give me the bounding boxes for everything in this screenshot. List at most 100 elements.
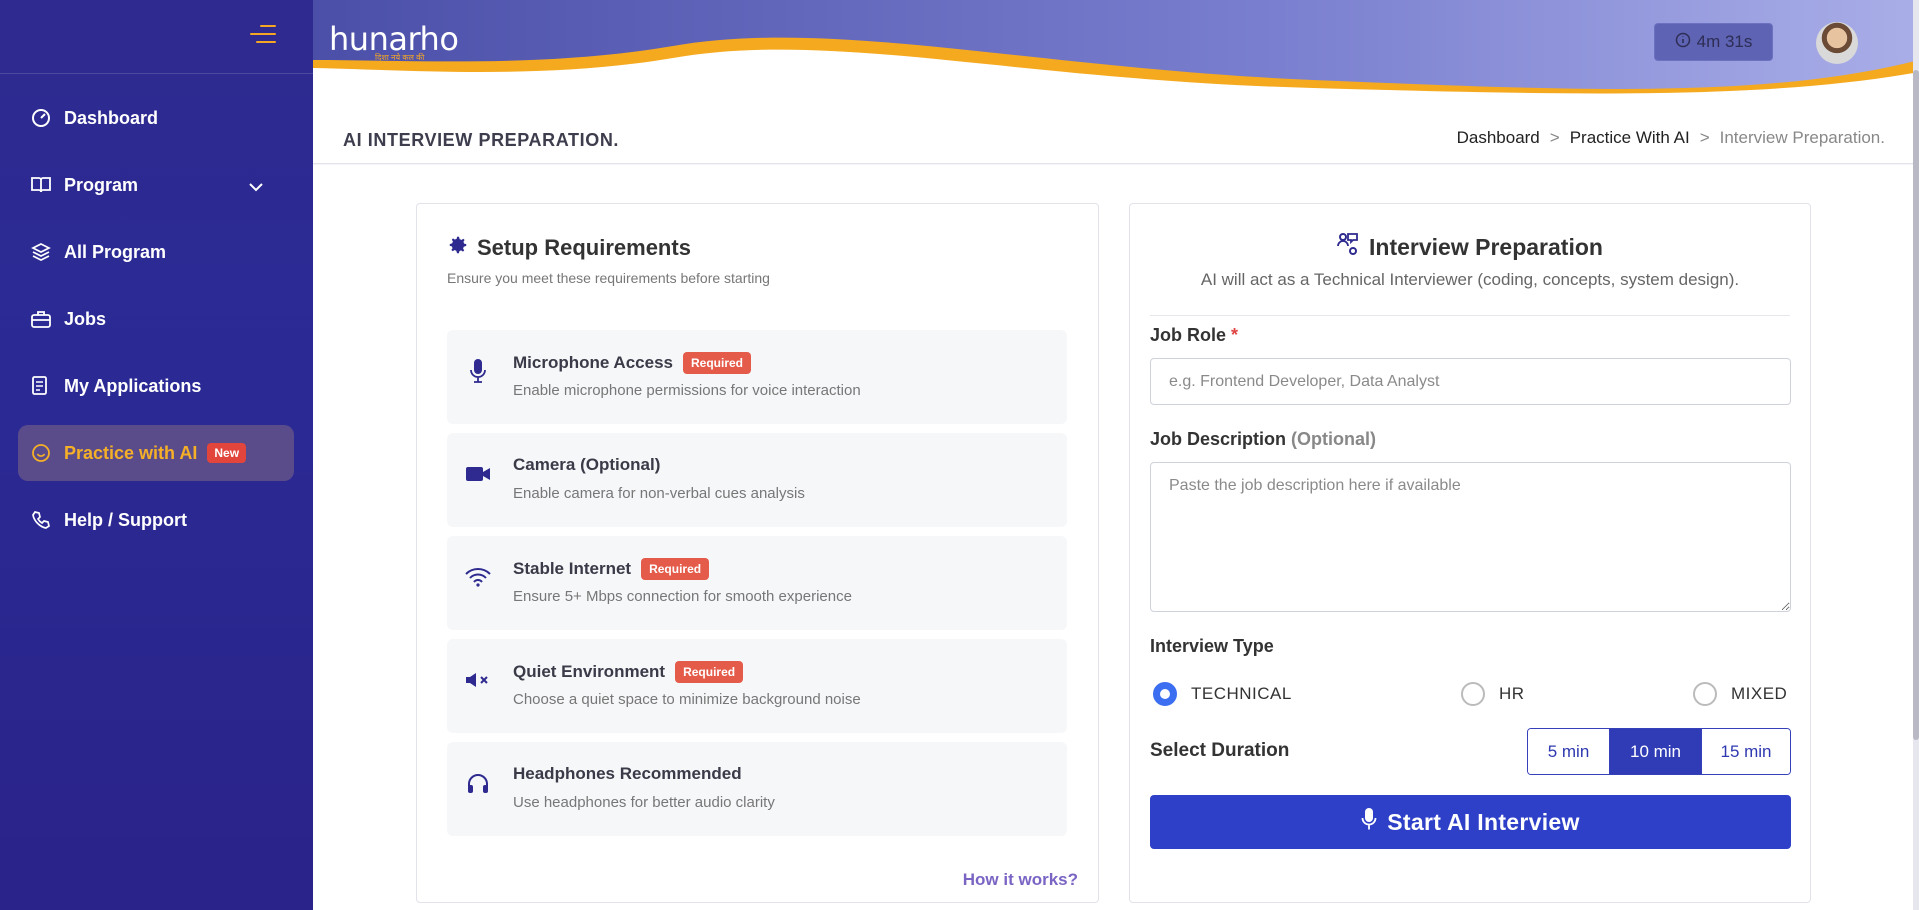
breadcrumb-separator: >: [1699, 128, 1710, 147]
setup-subtitle: Ensure you meet these requirements befor…: [447, 270, 770, 286]
requirement-desc: Use headphones for better audio clarity: [513, 794, 775, 811]
interview-type-label: Interview Type: [1150, 636, 1274, 656]
duration-5-min[interactable]: 5 min: [1528, 729, 1610, 774]
required-badge: Required: [641, 558, 710, 580]
clock-info-icon: [1675, 32, 1691, 53]
requirement-item-headphones: Headphones Recommended Use headphones fo…: [447, 742, 1067, 836]
start-ai-interview-button[interactable]: Start AI Interview: [1150, 795, 1791, 849]
requirement-desc: Enable camera for non-verbal cues analys…: [513, 485, 805, 502]
sidebar: Dashboard Program All Program Jobs My Ap…: [0, 0, 313, 910]
requirement-name-text: Microphone Access: [513, 353, 673, 372]
requirement-desc: Ensure 5+ Mbps connection for smooth exp…: [513, 588, 852, 605]
requirement-desc: Enable microphone permissions for voice …: [513, 382, 861, 399]
timer-value: 4m 31s: [1696, 32, 1753, 51]
requirement-name: Camera (Optional): [513, 455, 660, 475]
required-badge: Required: [682, 352, 751, 374]
job-role-label-text: Job Role: [1150, 325, 1227, 345]
sidebar-nav: Dashboard Program All Program Jobs My Ap…: [18, 90, 294, 559]
layers-icon: [30, 241, 52, 263]
optional-hint: (Optional): [1291, 429, 1377, 449]
setup-requirements-title: Setup Requirements: [447, 234, 691, 262]
requirement-name-text: Camera (Optional): [513, 455, 661, 474]
microphone-icon: [1361, 807, 1377, 837]
interview-type-radio-group: TECHNICAL HR MIXED: [1150, 682, 1791, 712]
chevron-down-icon[interactable]: [248, 176, 264, 197]
sidebar-item-practice-with-ai[interactable]: Practice with AI New: [18, 425, 294, 481]
sidebar-item-my-applications[interactable]: My Applications: [18, 358, 294, 414]
sidebar-item-dashboard[interactable]: Dashboard: [18, 90, 294, 146]
avatar[interactable]: [1816, 22, 1858, 64]
how-it-works-link[interactable]: How it works?: [963, 870, 1078, 890]
page-scrollbar[interactable]: [1913, 0, 1919, 910]
duration-toggle-group: 5 min 10 min 15 min: [1527, 728, 1791, 775]
radio-dot: [1461, 682, 1485, 706]
headphones-icon: [465, 770, 491, 796]
sidebar-item-help-support[interactable]: Help / Support: [18, 492, 294, 548]
briefcase-icon: [30, 308, 52, 330]
sidebar-item-all-program[interactable]: All Program: [18, 224, 294, 280]
scrollbar-thumb[interactable]: [1913, 70, 1919, 740]
radio-hr[interactable]: HR: [1461, 682, 1525, 706]
brand-tagline: दिशा नये कल की: [375, 53, 425, 62]
gear-icon: [447, 234, 469, 262]
chat-bubble-icon: [30, 442, 52, 464]
requirement-name-text: Headphones Recommended: [513, 764, 742, 783]
new-badge: New: [207, 443, 247, 463]
requirement-name: Microphone Access Required: [513, 352, 751, 374]
requirement-desc: Choose a quiet space to minimize backgro…: [513, 691, 861, 708]
menu-toggle-icon[interactable]: [250, 25, 276, 45]
document-list-icon: [30, 375, 52, 397]
requirement-name: Quiet Environment Required: [513, 661, 744, 683]
page-title-bar: AI INTERVIEW PREPARATION. Dashboard > Pr…: [313, 100, 1913, 164]
radio-mixed[interactable]: MIXED: [1693, 682, 1787, 706]
requirement-name-text: Stable Internet: [513, 559, 632, 578]
sidebar-topbar: [0, 0, 313, 74]
sidebar-item-label: Dashboard: [64, 107, 159, 128]
sidebar-item-label: Program: [64, 174, 139, 195]
video-camera-icon: [465, 461, 491, 487]
breadcrumb-link-practice-with-ai[interactable]: Practice With AI: [1570, 128, 1690, 148]
breadcrumb-current: Interview Preparation.: [1719, 128, 1885, 147]
job-role-label: Job Role *: [1150, 325, 1238, 346]
interview-preparation-title: Interview Preparation: [1130, 232, 1810, 262]
requirement-item-camera: Camera (Optional) Enable camera for non-…: [447, 433, 1067, 527]
duration-10-min[interactable]: 10 min: [1610, 729, 1702, 774]
radio-technical[interactable]: TECHNICAL: [1153, 682, 1292, 706]
sidebar-item-jobs[interactable]: Jobs: [18, 291, 294, 347]
radio-label: HR: [1499, 684, 1525, 703]
sidebar-item-label: My Applications: [64, 375, 202, 396]
job-description-label-text: Job Description: [1150, 429, 1287, 449]
interview-people-icon: [1337, 232, 1359, 262]
interview-subtitle: AI will act as a Technical Interviewer (…: [1200, 270, 1740, 289]
requirement-item-microphone: Microphone Access Required Enable microph…: [447, 330, 1067, 424]
requirement-name-text: Quiet Environment: [513, 662, 666, 681]
requirement-name: Stable Internet Required: [513, 558, 710, 580]
sidebar-item-label: Jobs: [64, 308, 107, 329]
interview-title-text: Interview Preparation: [1369, 233, 1603, 260]
job-description-textarea[interactable]: [1150, 462, 1791, 612]
required-badge: Required: [675, 661, 744, 683]
duration-15-min[interactable]: 15 min: [1702, 729, 1790, 774]
job-description-label: Job Description (Optional): [1150, 429, 1376, 450]
radio-dot: [1693, 682, 1717, 706]
sidebar-item-program[interactable]: Program: [18, 157, 294, 213]
radio-label: TECHNICAL: [1191, 684, 1292, 703]
phone-icon: [30, 509, 52, 531]
session-timer[interactable]: 4m 31s: [1654, 23, 1773, 61]
top-header: hunarho दिशा नये कल की 4m 31s: [313, 0, 1919, 100]
wifi-icon: [465, 564, 491, 590]
breadcrumb: Dashboard > Practice With AI > Interview…: [1457, 128, 1885, 148]
job-role-input[interactable]: [1150, 358, 1791, 405]
radio-label: MIXED: [1731, 684, 1788, 703]
sidebar-item-label: All Program: [64, 241, 167, 262]
setup-requirements-card: Setup Requirements Ensure you meet these…: [416, 203, 1099, 903]
breadcrumb-link-dashboard[interactable]: Dashboard: [1457, 128, 1540, 148]
requirement-item-internet: Stable Internet Required Ensure 5+ Mbps c…: [447, 536, 1067, 630]
requirement-item-quiet-environment: Quiet Environment Required Choose a quiet…: [447, 639, 1067, 733]
divider: [1150, 315, 1790, 316]
page-title: AI INTERVIEW PREPARATION.: [343, 130, 620, 150]
sidebar-item-label: Practice with AI: [64, 442, 198, 463]
radio-dot: [1153, 682, 1177, 706]
interview-preparation-card: Interview Preparation AI will act as a T…: [1129, 203, 1811, 903]
gauge-icon: [30, 107, 52, 129]
